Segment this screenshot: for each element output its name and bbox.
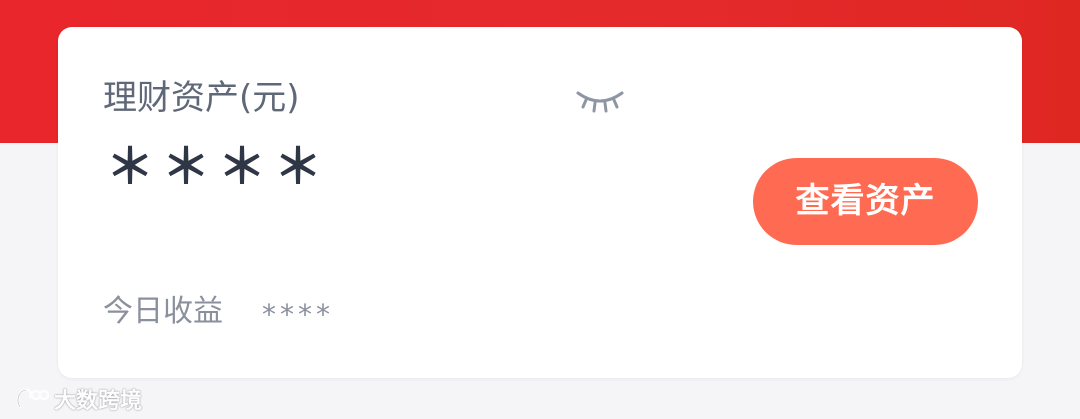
watermark-text: 大数跨境: [54, 389, 143, 414]
today-earnings-label: 今日收益: [103, 294, 223, 329]
watermark-logo-icon: [16, 388, 50, 409]
closed-eye-icon[interactable]: [574, 87, 626, 117]
asset-card: 理财资产(元) ＊＊＊＊ 查看资产 今日收益 ****: [58, 27, 1022, 378]
view-assets-button[interactable]: 查看资产: [753, 158, 978, 245]
today-earnings-value: ****: [262, 298, 334, 331]
masked-asset-amount: ＊＊＊＊: [106, 139, 331, 195]
watermark: 大数跨境: [14, 383, 142, 415]
asset-card-title: 理财资产(元): [103, 78, 300, 118]
